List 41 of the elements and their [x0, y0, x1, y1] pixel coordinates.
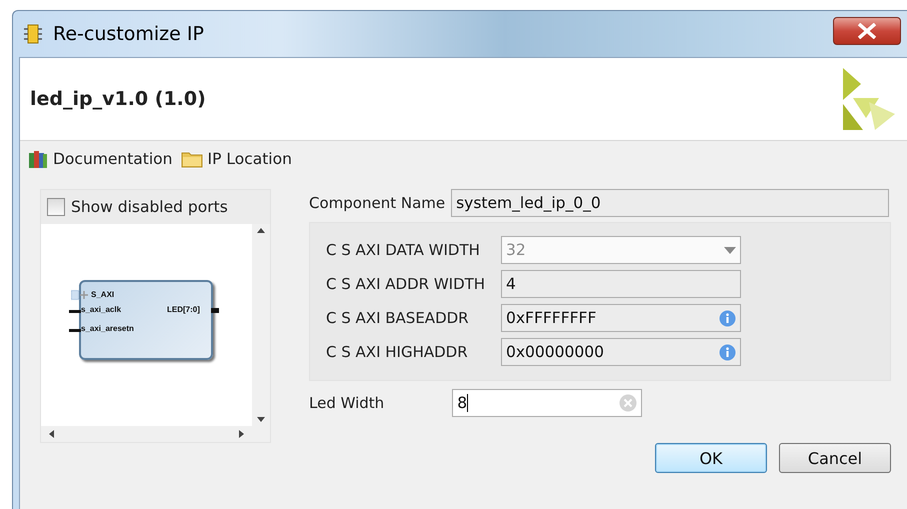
parameter-label: C S AXI BASEADDR — [326, 309, 470, 327]
port-label: S_AXI — [91, 290, 114, 299]
ok-button[interactable]: OK — [655, 443, 767, 473]
checkbox[interactable] — [47, 198, 65, 216]
ip-chip-icon — [23, 23, 43, 45]
port-wire — [69, 329, 81, 332]
component-name-field[interactable]: system_led_ip_0_0 — [451, 189, 890, 217]
port-wire — [69, 310, 81, 313]
led-width-field[interactable]: 8 — [452, 389, 642, 417]
cancel-button[interactable]: Cancel — [779, 443, 891, 473]
close-button[interactable] — [833, 17, 901, 45]
scroll-up-icon[interactable] — [257, 228, 265, 233]
scroll-left-icon[interactable] — [49, 430, 54, 438]
parameter-label: C S AXI HIGHADDR — [326, 343, 469, 361]
toolbar-link[interactable]: Documentation — [28, 149, 172, 169]
parameter-label: C S AXI DATA WIDTH — [326, 241, 481, 259]
info-icon[interactable] — [719, 310, 736, 326]
toolbar-link[interactable]: IP Location — [180, 150, 292, 168]
info-icon[interactable] — [719, 344, 736, 360]
input-field[interactable]: 0x00000000 — [501, 338, 741, 366]
ip-title: led_ip_v1.0 (1.0) — [30, 88, 206, 110]
folder-icon — [180, 150, 202, 168]
input-field[interactable]: 0xFFFFFFFF — [501, 304, 741, 332]
vertical-scrollbar[interactable] — [252, 224, 270, 426]
checkbox-label: Show disabled ports — [71, 198, 228, 216]
horizontal-scrollbar[interactable] — [41, 426, 252, 442]
field-label: Led Width — [309, 394, 384, 412]
port-label: s_axi_aclk — [81, 305, 122, 314]
port-wire — [211, 308, 219, 313]
scroll-down-icon[interactable] — [257, 417, 265, 422]
close-icon — [856, 23, 878, 39]
window-title: Re-customize IP — [53, 23, 204, 45]
dropdown-arrow-icon — [724, 246, 736, 254]
input-field[interactable]: 4 — [501, 270, 741, 298]
scroll-right-icon[interactable] — [239, 430, 244, 438]
bus-port-icon — [71, 290, 89, 300]
books-icon — [28, 149, 48, 169]
parameter-label: C S AXI ADDR WIDTH — [326, 275, 486, 293]
field-label: Component Name — [309, 194, 446, 212]
port-label: LED[7:0] — [167, 305, 200, 314]
port-label: s_axi_aresetn — [81, 324, 134, 333]
